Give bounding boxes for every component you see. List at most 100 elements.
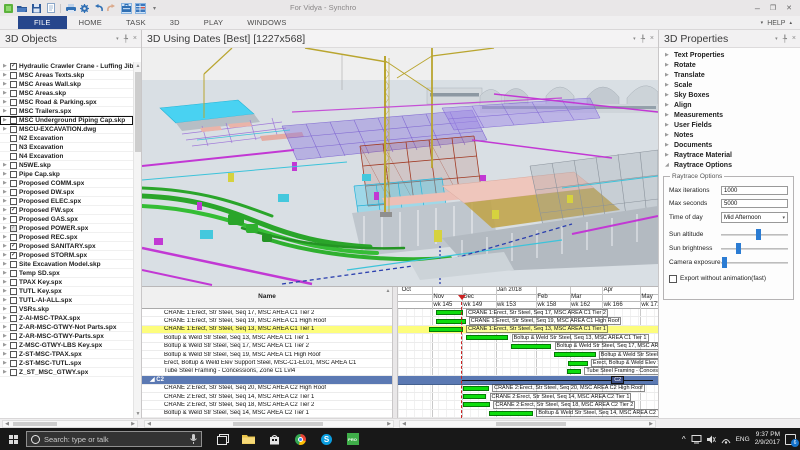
prop-section-scale[interactable]: ▶Scale: [659, 80, 800, 90]
visibility-checkbox[interactable]: [10, 216, 17, 223]
tree-expand-icon[interactable]: ▶: [3, 306, 8, 312]
prop-section-raytrace-options[interactable]: ◢Raytrace Options: [659, 160, 800, 170]
gantt-names-hscroll[interactable]: ◀▶: [144, 420, 394, 428]
prop-section-notes[interactable]: ▶Notes: [659, 130, 800, 140]
open-file-icon[interactable]: [17, 3, 28, 14]
tree-item[interactable]: ▶Proposed REC.spx: [0, 233, 133, 242]
gantt-timeline-row[interactable]: Boltup & Weld Str Steel, Seq 14, MSC ARE…: [398, 410, 658, 418]
task-bar[interactable]: [429, 327, 463, 332]
file-explorer-icon[interactable]: [242, 433, 255, 446]
task-bar[interactable]: [466, 335, 509, 340]
visibility-checkbox[interactable]: [10, 297, 17, 304]
visibility-checkbox[interactable]: [10, 333, 17, 340]
tree-item[interactable]: ▶Temp SD.spx: [0, 269, 133, 278]
tree-item[interactable]: ▶MSC Areas.skp: [0, 89, 133, 98]
visibility-checkbox[interactable]: [10, 306, 17, 313]
settings-gear-icon[interactable]: [79, 3, 90, 14]
visibility-checkbox[interactable]: [10, 90, 17, 97]
tree-item[interactable]: ▶Z-AR-MSC-GTWY-Parts.spx: [0, 332, 133, 341]
tree-expand-icon[interactable]: ▶: [3, 333, 8, 339]
tree-item[interactable]: ▶TUTL-AI-ALL.spx: [0, 296, 133, 305]
tree-expand-icon[interactable]: ▶: [3, 270, 8, 276]
tree-expand-icon[interactable]: ▶: [3, 198, 8, 204]
tree-expand-icon[interactable]: ▶: [3, 117, 8, 123]
tree-item[interactable]: ▶Pipe Cap.skp: [0, 170, 133, 179]
tree-item[interactable]: ▶TPAX Key.spx: [0, 278, 133, 287]
tree-item[interactable]: ▶N5WE.skp: [0, 161, 133, 170]
tree-item[interactable]: ▶Proposed DW.spx: [0, 188, 133, 197]
speaker-icon[interactable]: [707, 435, 716, 444]
minimize-button[interactable]: –: [755, 3, 760, 13]
time-of-day-select[interactable]: Mid Afternoon ▾: [721, 212, 788, 223]
tree-item[interactable]: ▶Z-AI-MSC-TPAX.spx: [0, 314, 133, 323]
tree-expand-icon[interactable]: ▶: [3, 90, 8, 96]
visibility-checkbox[interactable]: [10, 270, 17, 277]
gantt-name-row[interactable]: Tube Steel Framing - Concessions, Zone C…: [142, 368, 392, 376]
tree-item[interactable]: ▶TUTL Key.spx: [0, 287, 133, 296]
tree-expand-icon[interactable]: ▶: [3, 126, 8, 132]
gantt-name-row[interactable]: ◢ C2: [142, 376, 392, 384]
section-expand-icon[interactable]: ▶: [665, 102, 670, 108]
panel-pin-icon[interactable]: ╄: [124, 35, 128, 43]
timeline-hscroll[interactable]: ◀▶: [399, 420, 656, 428]
tree-expand-icon[interactable]: ▶: [3, 99, 8, 105]
ribbon-tab-3d[interactable]: 3D: [158, 16, 192, 29]
export-without-animation-checkbox[interactable]: [669, 275, 677, 283]
tree-expand-icon[interactable]: ▶: [3, 351, 8, 357]
ribbon-tab-windows[interactable]: WINDOWS: [235, 16, 298, 29]
ribbon-tab-play[interactable]: PLAY: [192, 16, 235, 29]
sun-brightness-slider[interactable]: [721, 243, 788, 254]
gantt-name-row[interactable]: CRANE 2:Erect, Str Steel, Seq 20, MSC AR…: [142, 385, 392, 393]
visibility-checkbox[interactable]: [10, 225, 17, 232]
panel-menu-icon[interactable]: ▾: [633, 36, 636, 42]
tree-expand-icon[interactable]: ▶: [3, 225, 8, 231]
visibility-checkbox[interactable]: [10, 360, 17, 367]
tree-item[interactable]: ▶Z-MSC-GTWY-LBS Key.spx: [0, 341, 133, 350]
synchro-pro-icon[interactable]: PRO: [346, 433, 359, 446]
tree-expand-icon[interactable]: ▶: [3, 216, 8, 222]
visibility-checkbox[interactable]: [10, 63, 17, 70]
tree-item[interactable]: ▶Z-AR-MSC-GTWY-Not Parts.spx: [0, 323, 133, 332]
section-expand-icon[interactable]: ▶: [665, 152, 670, 158]
help-area[interactable]: ▾ HELP ▴: [761, 16, 792, 30]
prop-section-translate[interactable]: ▶Translate: [659, 70, 800, 80]
tree-expand-icon[interactable]: ▶: [3, 207, 8, 213]
prop-section-rotate[interactable]: ▶Rotate: [659, 60, 800, 70]
chrome-icon[interactable]: [294, 433, 307, 446]
panel-close-icon[interactable]: ×: [792, 35, 796, 42]
gantt-name-row[interactable]: CRANE 2:Erect, Str Steel, Seq 18, MSC AR…: [142, 401, 392, 409]
timeline-report-icon[interactable]: [135, 3, 146, 14]
pc-icon[interactable]: [691, 435, 702, 444]
more-commands-icon[interactable]: ▾: [149, 3, 160, 14]
scroll-up-icon[interactable]: ▲: [384, 287, 392, 295]
visibility-checkbox[interactable]: [10, 252, 17, 259]
tree-expand-icon[interactable]: ▶: [3, 108, 8, 114]
tree-expand-icon[interactable]: ▶: [3, 261, 8, 267]
tree-expand-icon[interactable]: ▶: [3, 288, 8, 294]
tree-item[interactable]: ▶Proposed GAS.spx: [0, 215, 133, 224]
camera-exposure-slider[interactable]: [721, 257, 788, 268]
tree-item[interactable]: ▶Z-ST-MSC-TPAX.spx: [0, 350, 133, 359]
tree-item[interactable]: ▶Proposed STORM.spx: [0, 251, 133, 260]
sun-altitude-slider[interactable]: [721, 229, 788, 240]
start-button[interactable]: [0, 428, 26, 450]
section-expand-icon[interactable]: ▶: [665, 72, 670, 78]
tree-item[interactable]: N3 Excavation: [0, 143, 133, 152]
tree-expand-icon[interactable]: ▶: [3, 360, 8, 366]
tray-clock[interactable]: 9:37 PM 2/9/2017: [755, 431, 780, 447]
tree-item[interactable]: ▶Proposed FW.spx: [0, 206, 133, 215]
panel-menu-icon[interactable]: ▾: [116, 36, 119, 42]
gantt-name-row[interactable]: Erect, Boltup & Weld Elev Support Steel,…: [142, 359, 392, 367]
network-icon[interactable]: [721, 435, 731, 444]
tree-expand-icon[interactable]: ▶: [3, 279, 8, 285]
section-expand-icon[interactable]: ▶: [665, 62, 670, 68]
visibility-checkbox[interactable]: [10, 99, 17, 106]
gantt-name-row[interactable]: CRANE 1:Erect, Str Steel, Seq 19, MSC AR…: [142, 317, 392, 325]
visibility-checkbox[interactable]: [10, 315, 17, 322]
tree-expand-icon[interactable]: ▶: [3, 324, 8, 330]
visibility-checkbox[interactable]: [10, 207, 17, 214]
prop-section-documents[interactable]: ▶Documents: [659, 140, 800, 150]
prop-section-text-properties[interactable]: ▶Text Properties: [659, 50, 800, 60]
tree-item[interactable]: ▶MSC Road & Parking.spx: [0, 98, 133, 107]
panel-close-icon[interactable]: ×: [133, 35, 137, 42]
